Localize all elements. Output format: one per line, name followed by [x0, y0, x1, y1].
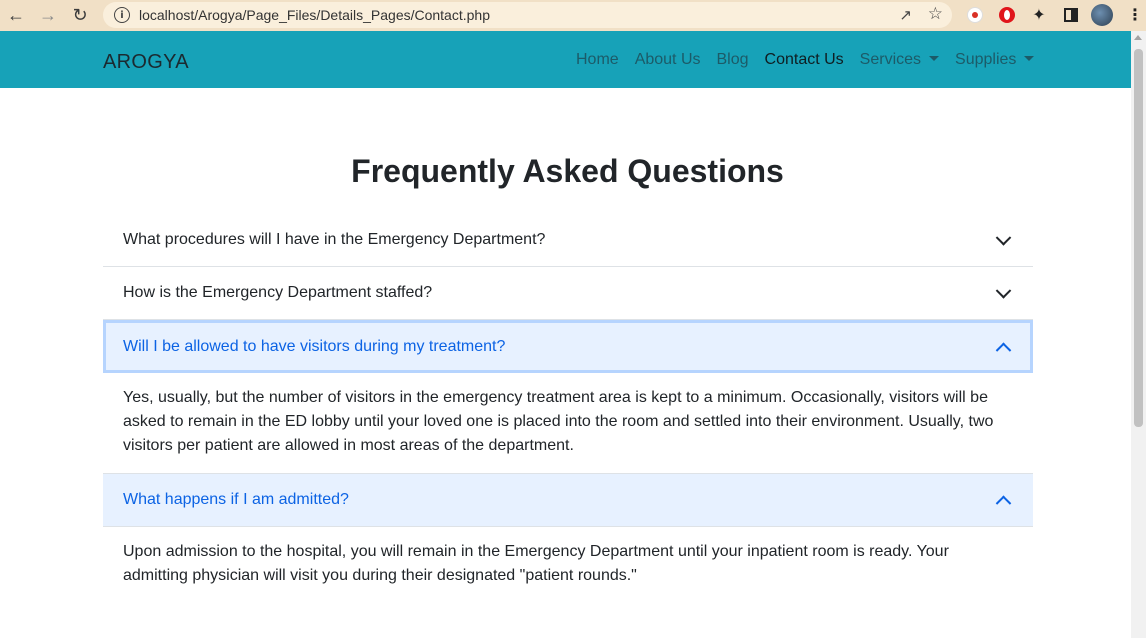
forward-arrow-icon[interactable]: →	[32, 0, 64, 31]
browser-menu-icon[interactable]: ⋮	[1124, 4, 1146, 26]
opera-extension-icon[interactable]	[996, 4, 1018, 26]
back-arrow-icon[interactable]: ←	[0, 0, 32, 31]
address-bar[interactable]: i localhost/Arogya/Page_Files/Details_Pa…	[103, 2, 952, 28]
nav-links: Home About Us Blog Contact Us Services S…	[576, 51, 1050, 69]
chevron-down-icon	[995, 230, 1012, 246]
record-extension-icon[interactable]	[964, 4, 986, 26]
nav-link-home[interactable]: Home	[576, 51, 619, 69]
nav-dropdown-supplies-label: Supplies	[955, 51, 1017, 68]
faq-question-2[interactable]: How is the Emergency Department staffed?	[103, 267, 1033, 320]
share-icon[interactable]: ↗	[899, 6, 912, 24]
profile-avatar[interactable]	[1091, 4, 1113, 26]
nav-link-contact[interactable]: Contact Us	[765, 51, 844, 69]
faq-question-label: How is the Emergency Department staffed?	[123, 284, 433, 301]
browser-toolbar: ← → ↻ i localhost/Arogya/Page_Files/Deta…	[0, 0, 1146, 31]
faq-question-label: What procedures will I have in the Emerg…	[123, 231, 546, 248]
chevron-down-icon	[995, 283, 1012, 299]
faq-question-label: What happens if I am admitted?	[123, 491, 349, 508]
faq-answer-4: Upon admission to the hospital, you will…	[123, 543, 949, 584]
faq-question-4[interactable]: What happens if I am admitted?	[103, 474, 1033, 527]
scrollbar-thumb[interactable]	[1134, 49, 1143, 427]
caret-down-icon	[929, 56, 940, 61]
chevron-up-icon	[995, 342, 1012, 358]
nav-dropdown-supplies[interactable]: Supplies	[955, 51, 1035, 69]
extensions-puzzle-icon[interactable]: ✦	[1028, 4, 1050, 26]
caret-down-icon	[1024, 56, 1035, 61]
nav-link-about[interactable]: About Us	[635, 51, 701, 69]
site-info-icon[interactable]: i	[114, 7, 130, 23]
scroll-up-arrow-icon[interactable]	[1134, 35, 1142, 40]
nav-link-blog[interactable]: Blog	[717, 51, 749, 69]
nav-dropdown-services-label: Services	[859, 51, 922, 68]
faq-question-label: Will I be allowed to have visitors durin…	[123, 337, 506, 355]
page-scrollbar[interactable]	[1131, 31, 1146, 638]
faq-answer-3: Yes, usually, but the number of visitors…	[103, 373, 1033, 474]
reload-icon[interactable]: ↻	[64, 0, 96, 31]
chevron-up-icon	[995, 495, 1012, 512]
faq-accordion: What procedures will I have in the Emerg…	[103, 214, 1033, 603]
brand-logo[interactable]: AROGYA	[103, 51, 189, 74]
address-url[interactable]: localhost/Arogya/Page_Files/Details_Page…	[139, 7, 490, 23]
faq-question-3[interactable]: Will I be allowed to have visitors durin…	[103, 320, 1033, 373]
site-navbar: AROGYA Home About Us Blog Contact Us Ser…	[0, 31, 1146, 88]
side-panel-icon[interactable]	[1060, 4, 1082, 26]
nav-dropdown-services[interactable]: Services	[859, 51, 940, 69]
bookmark-star-icon[interactable]: ☆	[928, 4, 943, 24]
faq-question-1[interactable]: What procedures will I have in the Emerg…	[103, 214, 1033, 267]
faq-title: Frequently Asked Questions	[351, 153, 784, 189]
